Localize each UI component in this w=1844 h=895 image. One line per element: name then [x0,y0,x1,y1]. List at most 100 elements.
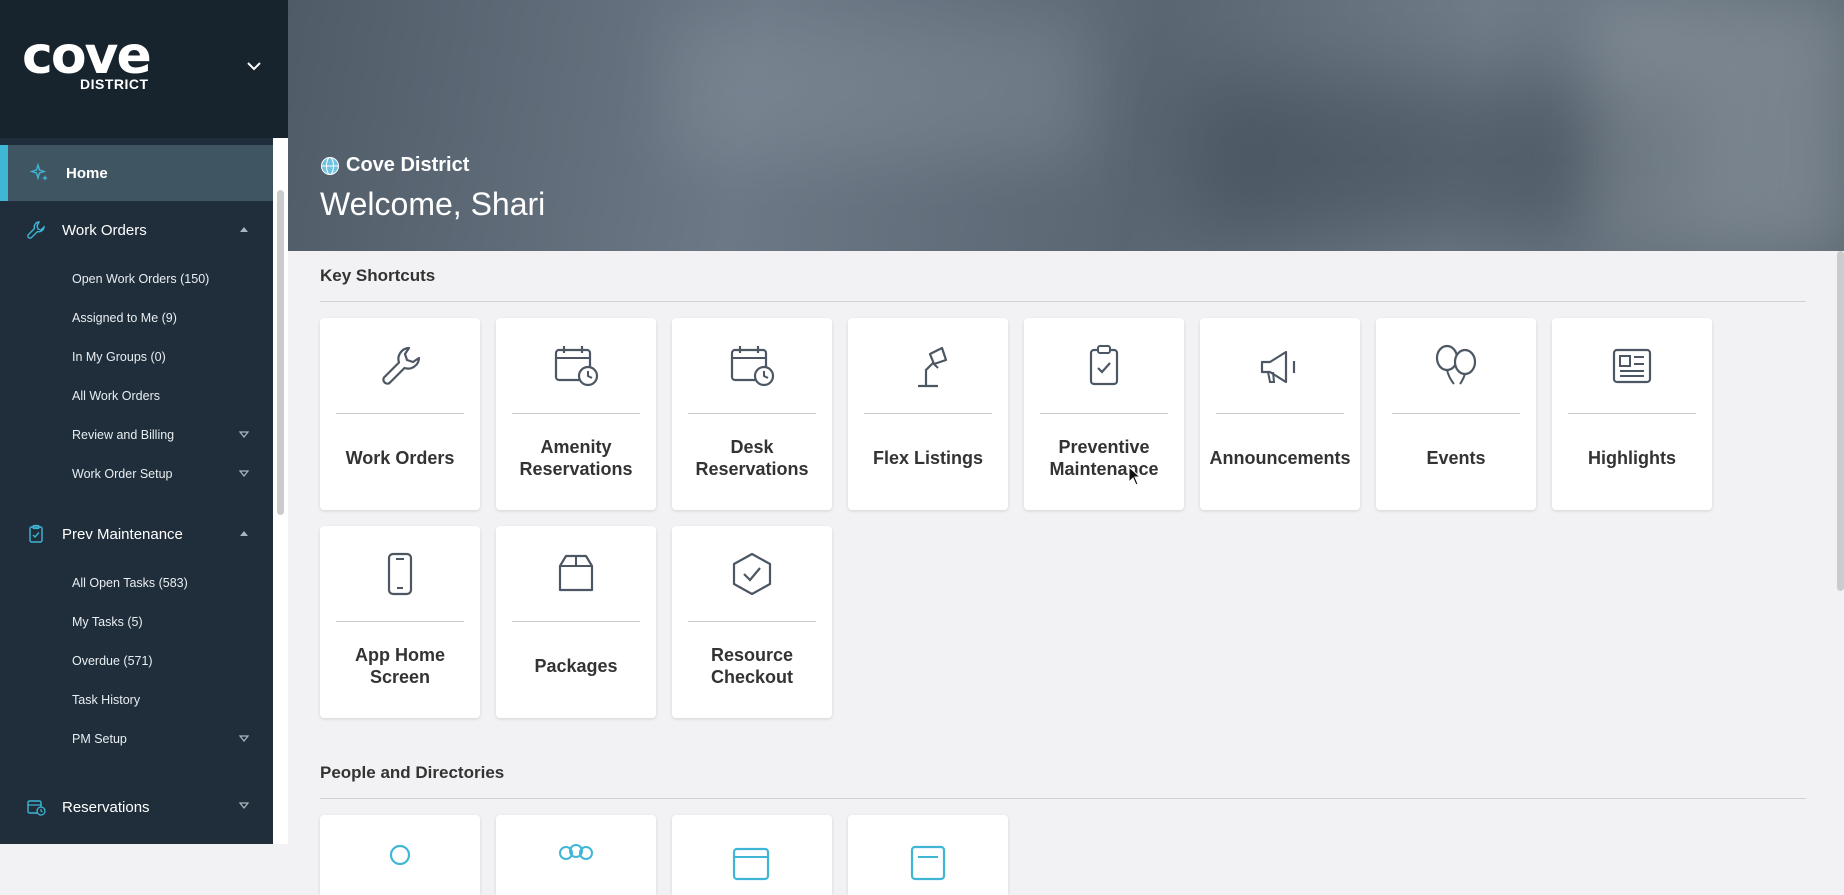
card-label: Announcements [1209,448,1351,468]
hero-background [668,20,1088,160]
sidebar-item-my-tasks[interactable]: My Tasks (5) [0,602,273,641]
caret-up-icon [240,227,248,232]
sidebar-nav: Home Work Orders Open Work Orders (150) … [0,145,273,836]
clipboard-check-icon [1089,345,1119,386]
logo-sub: DISTRICT [80,76,149,92]
sidebar-item-label: Overdue (571) [72,653,153,668]
chevron-down-icon[interactable] [244,56,264,76]
card-label: Preventive Maintenance [1049,437,1159,479]
card-divider [1040,413,1168,414]
sparkle-icon [30,163,48,181]
caret-down-icon [239,431,249,439]
sidebar-item-label: My Tasks (5) [72,614,143,629]
property-name-text: Cove District [346,154,470,176]
sidebar-item-in-my-groups[interactable]: In My Groups (0) [0,337,273,376]
sidebar: cove DISTRICT Home Work Orders Open Work… [0,0,288,844]
sidebar-item-label: All Work Orders [72,388,160,403]
wrench-icon [382,346,421,385]
wrench-icon [27,221,45,239]
shortcut-work-orders[interactable]: Work Orders [320,318,480,510]
card-label: Work Orders [345,448,455,468]
shortcut-grid: Work Orders Amenity Reservations Desk Re… [320,318,1730,718]
sidebar-item-home[interactable]: Home [0,145,273,201]
card-label: Flex Listings [872,448,984,468]
sidebar-item-label: Assigned to Me (9) [72,310,177,325]
shortcut-people-3[interactable] [672,815,832,895]
shortcut-announcements[interactable]: Announcements [1200,318,1360,510]
balloons-icon [1435,344,1477,385]
card-label: Desk Reservations [695,437,809,479]
shortcut-highlights[interactable]: Highlights [1552,318,1712,510]
shortcut-events[interactable]: Events [1376,318,1536,510]
calendar-clock-icon [27,800,46,816]
caret-up-icon [240,531,248,536]
group-icon [559,844,593,860]
caret-down-icon [239,802,249,810]
logo-word: cove [22,26,152,86]
sidebar-item-label: Task History [72,692,141,707]
card-label: Events [1426,448,1486,468]
sidebar-item-review-and-billing[interactable]: Review and Billing [0,415,273,454]
sidebar-item-overdue[interactable]: Overdue (571) [0,641,273,680]
card-divider [512,621,640,622]
shortcut-preventive-maintenance[interactable]: Preventive Maintenance [1024,318,1184,510]
list-icon [910,845,946,881]
hexagon-check-icon [732,552,772,596]
phone-icon [387,552,413,596]
shortcut-desk-reservations[interactable]: Desk Reservations [672,318,832,510]
card-label: Amenity Reservations [519,437,633,479]
shortcut-resource-checkout[interactable]: Resource Checkout [672,526,832,718]
people-grid [320,815,1806,895]
sidebar-item-all-work-orders[interactable]: All Work Orders [0,376,273,415]
main-scrollbar-thumb[interactable] [1837,251,1844,591]
hero-banner: Cove District Welcome, Shari [288,0,1844,251]
sidebar-section-label: Work Orders [62,221,147,239]
card-divider [688,413,816,414]
caret-down-icon [239,735,249,743]
page-title: Welcome, Shari [320,186,546,222]
globe-icon [321,156,339,175]
shortcut-people-4[interactable] [848,815,1008,895]
sidebar-item-assigned-to-me[interactable]: Assigned to Me (9) [0,298,273,337]
card-divider [336,413,464,414]
shortcut-flex-listings[interactable]: Flex Listings [848,318,1008,510]
card-label: Packages [534,656,618,676]
sidebar-section-label: Prev Maintenance [62,525,183,543]
card-label: Highlights [1588,448,1676,468]
caret-down-icon [239,470,249,478]
calendar-edit-icon [732,847,770,881]
main-content: Key Shortcuts Work Orders Amenity Reserv… [320,251,1806,895]
shortcut-people-1[interactable] [320,815,480,895]
sidebar-section-reservations[interactable]: Reservations [0,778,273,836]
sidebar-item-label: PM Setup [72,731,127,746]
sidebar-item-all-open-tasks[interactable]: All Open Tasks (583) [0,563,273,602]
shortcut-amenity-reservations[interactable]: Amenity Reservations [496,318,656,510]
card-label: Resource Checkout [710,645,794,687]
card-divider [336,621,464,622]
shortcut-people-2[interactable] [496,815,656,895]
card-divider [864,413,992,414]
card-divider [1392,413,1520,414]
shortcut-packages[interactable]: Packages [496,526,656,718]
sidebar-item-task-history[interactable]: Task History [0,680,273,719]
sidebar-item-work-order-setup[interactable]: Work Order Setup [0,454,273,493]
calendar-clock-icon [554,346,599,387]
sidebar-item-label: Open Work Orders (150) [72,271,210,286]
sidebar-item-pm-setup[interactable]: PM Setup [0,719,273,758]
card-label: App Home Screen [355,645,445,687]
sidebar-scrollbar-thumb[interactable] [277,190,284,515]
sidebar-section-label: Reservations [62,798,150,816]
sidebar-item-open-work-orders[interactable]: Open Work Orders (150) [0,259,273,298]
cove-district-logo[interactable]: cove DISTRICT [22,26,152,92]
clipboard-check-icon [29,524,43,543]
sidebar-section-prev-maintenance[interactable]: Prev Maintenance [0,505,273,563]
sidebar-header: cove DISTRICT [0,0,288,138]
mouse-cursor-icon [1128,466,1142,486]
section-title-key-shortcuts: Key Shortcuts [320,251,1806,302]
sidebar-item-label: Review and Billing [72,427,175,442]
megaphone-icon [1260,350,1296,384]
property-name: Cove District [320,154,469,177]
sidebar-section-work-orders[interactable]: Work Orders [0,201,273,259]
section-title-people-and-directories: People and Directories [320,748,1806,799]
shortcut-app-home-screen[interactable]: App Home Screen [320,526,480,718]
